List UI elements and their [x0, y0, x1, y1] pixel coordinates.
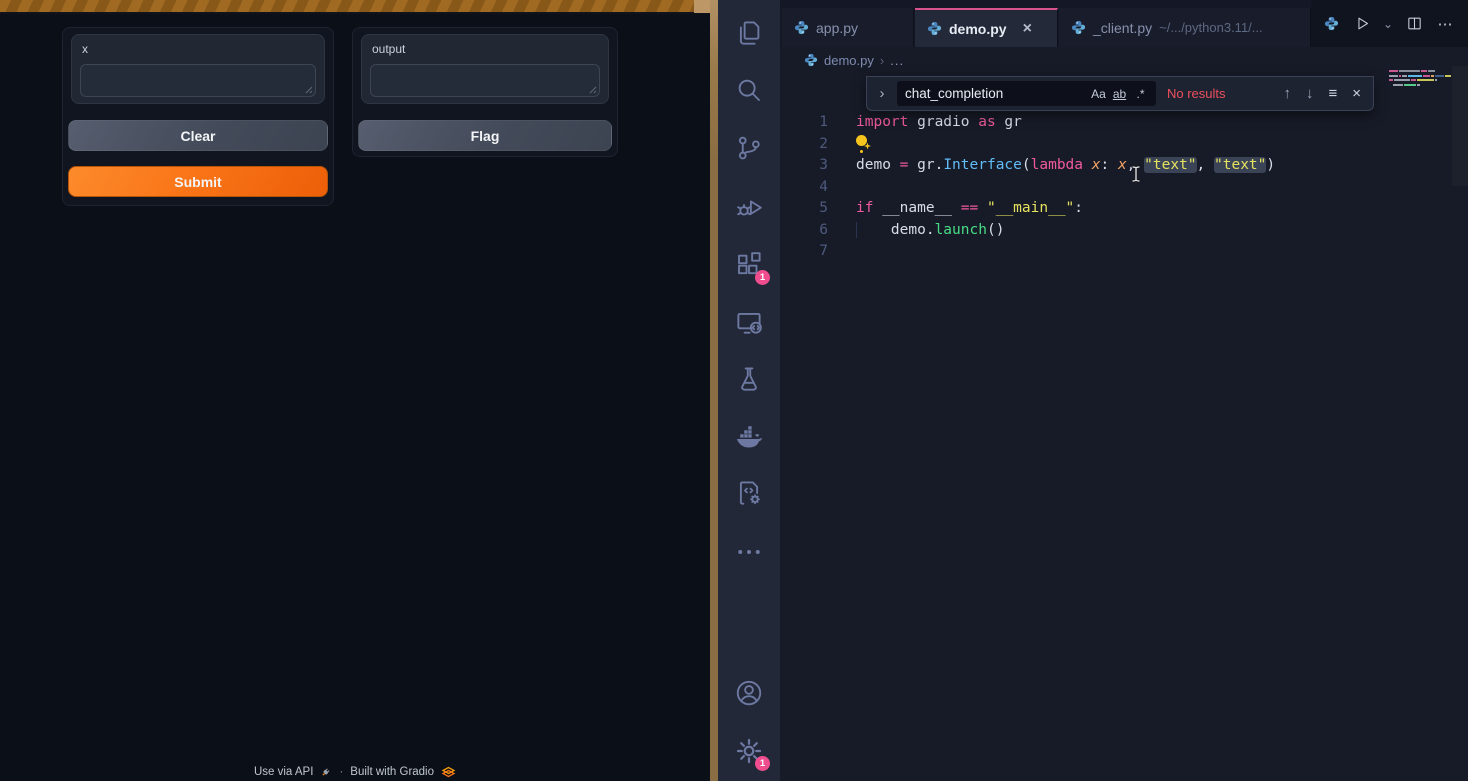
pane-divider-strip — [710, 0, 718, 781]
breadcrumb-file[interactable]: demo.py — [824, 53, 874, 68]
code-line[interactable]: 5if __name__ == "__main__": — [780, 198, 1468, 220]
line-number: 6 — [780, 220, 828, 242]
line-number: 7 — [780, 241, 828, 263]
tab-label: demo.py — [949, 21, 1007, 37]
gradio-output-block: output — [361, 34, 609, 104]
tab-label: app.py — [816, 20, 858, 36]
code-line[interactable]: 6 demo.launch() — [780, 220, 1468, 242]
gradio-logo-icon — [441, 766, 456, 778]
python-file-icon — [794, 20, 809, 35]
breadcrumb[interactable]: demo.py › ... — [804, 50, 904, 70]
gradio-input-panel: x Clear Submit — [62, 27, 334, 206]
settings-badge: 1 — [755, 756, 770, 771]
find-next-icon[interactable]: ↓ — [1306, 85, 1314, 102]
match-case-icon[interactable]: Aa — [1088, 87, 1109, 101]
find-widget: › chat_completion Aa ab .* No results ↑ … — [866, 76, 1374, 111]
vscode-window: 1 1 — [718, 0, 1468, 781]
footer-separator: · — [339, 766, 343, 778]
python-file-icon — [927, 21, 942, 36]
code-line[interactable]: 1import gradio as gr — [780, 112, 1468, 134]
find-input[interactable]: chat_completion Aa ab .* — [897, 81, 1156, 106]
more-views-icon[interactable] — [734, 537, 764, 567]
code-editor[interactable]: 1import gradio as gr23demo = gr.Interfac… — [780, 112, 1468, 263]
output-textarea[interactable] — [370, 64, 600, 97]
tab-label: _client.py — [1093, 20, 1152, 36]
use-via-api-link[interactable]: Use via API — [254, 766, 313, 778]
find-query-text[interactable]: chat_completion — [905, 86, 1088, 101]
extensions-icon[interactable]: 1 — [734, 250, 764, 280]
line-number: 1 — [780, 112, 828, 134]
find-expand-chevron-icon[interactable]: › — [867, 85, 897, 102]
source-control-icon[interactable] — [734, 133, 764, 163]
find-in-selection-icon[interactable]: ≡ — [1328, 85, 1337, 102]
input-textarea[interactable] — [80, 64, 316, 97]
whole-word-icon[interactable]: ab — [1109, 87, 1130, 101]
remote-explorer-icon[interactable] — [734, 307, 764, 337]
line-number: 3 — [780, 155, 828, 177]
gradio-footer: Use via API · Built with Gradio — [0, 766, 710, 778]
line-number: 2 — [780, 134, 828, 156]
lightbulb-sparkle-icon[interactable] — [856, 134, 872, 151]
dev-file-gear-icon[interactable] — [734, 478, 764, 508]
python-file-icon — [1071, 20, 1086, 35]
code-line[interactable]: 3demo = gr.Interface(lambda x: x, "text"… — [780, 155, 1468, 177]
tab-app-py[interactable]: app.py — [782, 8, 914, 47]
regex-icon[interactable]: .* — [1130, 87, 1151, 101]
docker-icon[interactable] — [734, 422, 764, 452]
minimap[interactable] — [1389, 70, 1451, 88]
settings-gear-icon[interactable]: 1 — [734, 736, 764, 766]
minimap-slider[interactable] — [1452, 66, 1468, 186]
run-dropdown-icon[interactable]: ⌄ — [1382, 13, 1394, 35]
extensions-badge: 1 — [755, 270, 770, 285]
gradio-output-panel: output Flag — [352, 27, 618, 157]
line-number: 5 — [780, 198, 828, 220]
editor-tab-bar: app.py demo.py × _client.py ~/.../python… — [780, 0, 1468, 47]
plug-icon — [320, 766, 332, 778]
line-number: 4 — [780, 177, 828, 199]
submit-button[interactable]: Submit — [68, 166, 328, 197]
find-previous-icon[interactable]: ↑ — [1283, 85, 1291, 102]
tab-close-icon[interactable]: × — [1023, 20, 1032, 38]
run-debug-icon[interactable] — [734, 192, 764, 222]
search-icon[interactable] — [734, 75, 764, 105]
split-editor-icon[interactable] — [1403, 13, 1425, 35]
clear-button[interactable]: Clear — [68, 120, 328, 151]
code-line[interactable]: 7 — [780, 241, 1468, 263]
output-label: output — [372, 42, 598, 56]
find-results-status: No results — [1167, 86, 1226, 101]
more-actions-icon[interactable]: ⋯ — [1434, 13, 1456, 35]
flag-button[interactable]: Flag — [358, 120, 612, 151]
account-icon[interactable] — [734, 678, 764, 708]
mouse-cursor-ibeam — [1129, 164, 1143, 184]
run-file-icon[interactable] — [1351, 13, 1373, 35]
code-line[interactable]: 2 — [780, 134, 1468, 156]
activity-bar: 1 1 — [718, 0, 780, 781]
python-run-icon[interactable] — [1320, 13, 1342, 35]
explorer-icon[interactable] — [734, 18, 764, 48]
gif-progress-bar — [0, 0, 710, 14]
breadcrumb-more[interactable]: ... — [890, 53, 904, 68]
tab-client-py[interactable]: _client.py ~/.../python3.11/... — [1059, 8, 1311, 47]
gif-progress-handle[interactable] — [694, 0, 710, 13]
gradio-input-block: x — [71, 34, 325, 104]
editor-actions: ⌄ ⋯ — [1311, 0, 1468, 47]
input-label: x — [82, 42, 314, 56]
find-close-icon[interactable]: × — [1352, 85, 1361, 102]
screen: x Clear Submit output Flag Use via API ·… — [0, 0, 1468, 781]
testing-flask-icon[interactable] — [734, 364, 764, 394]
breadcrumb-separator: › — [880, 53, 884, 68]
tab-demo-py[interactable]: demo.py × — [915, 8, 1058, 47]
code-line[interactable]: 4 — [780, 177, 1468, 199]
python-file-icon — [804, 53, 818, 67]
built-with-gradio-link[interactable]: Built with Gradio — [350, 766, 434, 778]
tab-path-description: ~/.../python3.11/... — [1159, 20, 1262, 35]
find-nav: ↑ ↓ ≡ × — [1283, 85, 1361, 102]
